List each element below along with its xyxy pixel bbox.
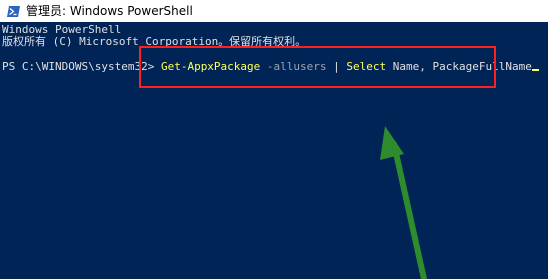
cmdlet-text: Get-AppxPackage <box>160 60 261 73</box>
space-text <box>260 60 267 73</box>
select-cmdlet-text: Select <box>346 60 387 73</box>
powershell-icon <box>7 5 20 17</box>
title-bar[interactable]: 管理员: Windows PowerShell <box>0 0 548 22</box>
text-cursor <box>531 69 539 71</box>
parameter-text: -allusers <box>266 60 327 73</box>
window-title: 管理员: Windows PowerShell <box>26 4 193 18</box>
console-area[interactable]: Windows PowerShell 版权所有 (C) Microsoft Co… <box>0 22 548 279</box>
prompt: PS C:\WINDOWS\system32> <box>2 60 161 73</box>
green-arrow-icon <box>380 126 427 279</box>
header-line-2: 版权所有 (C) Microsoft Corporation。保留所有权利。 <box>2 35 307 48</box>
pipe-text: | <box>326 60 347 73</box>
command-line[interactable]: PS C:\WINDOWS\system32> Get-AppxPackage … <box>2 60 539 73</box>
select-args-text: Name, PackageFullName <box>386 60 532 73</box>
